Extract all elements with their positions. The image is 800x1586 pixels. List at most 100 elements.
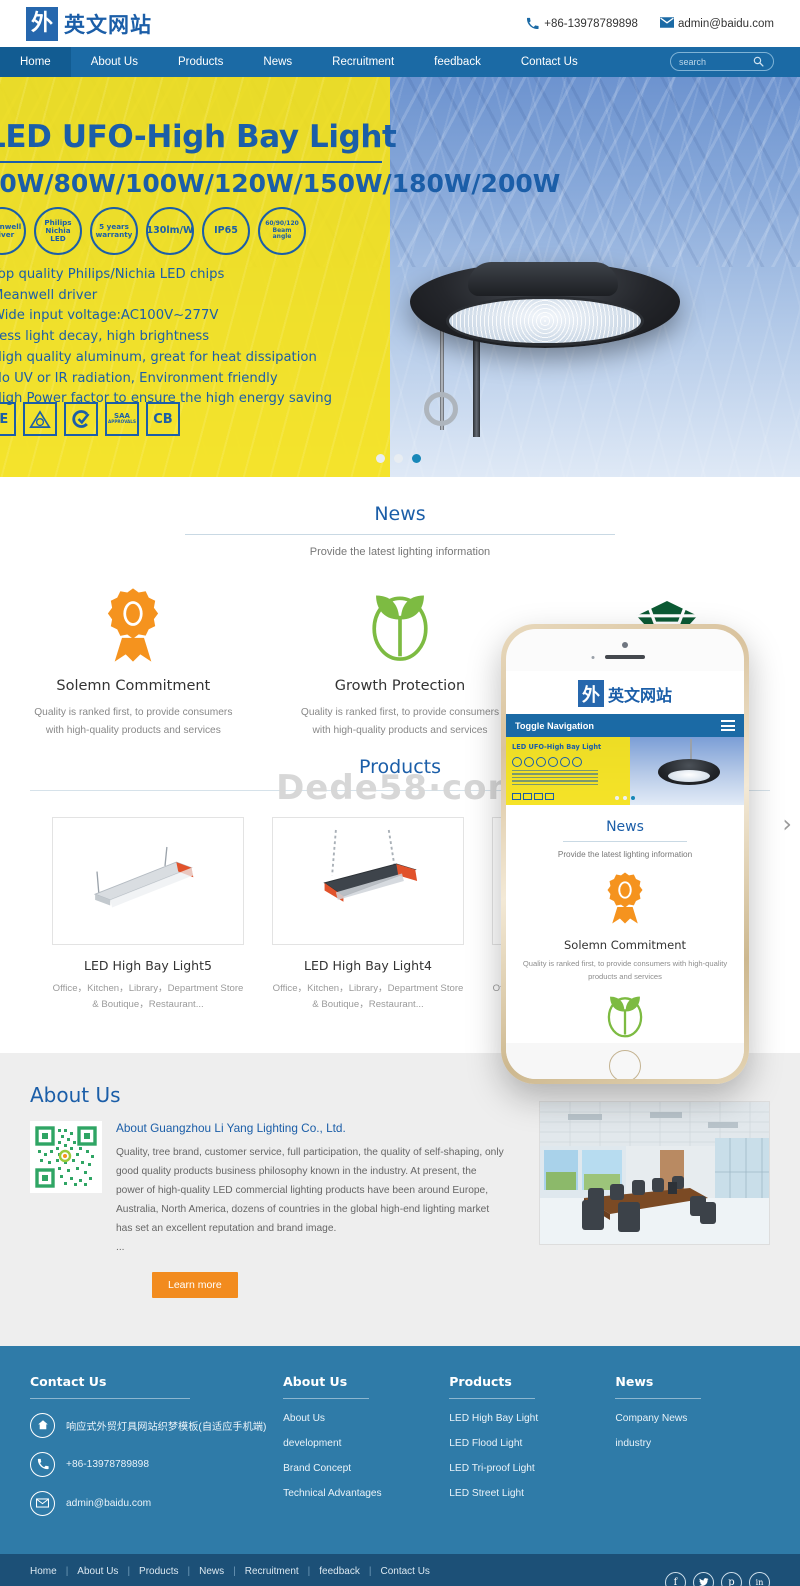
banner-title: LED UFO-High Bay Light [0, 119, 397, 155]
phone-logo-mark-icon: 外 [577, 680, 604, 707]
phone-home-button[interactable] [609, 1050, 641, 1079]
bottom-nav-feedback[interactable]: feedback [319, 1566, 360, 1577]
footer-contact-title: Contact Us [30, 1373, 107, 1389]
phone-news-divider [563, 841, 687, 842]
hero-banner[interactable]: LED UFO-High Bay Light 50W/80W/100W/120W… [0, 77, 800, 477]
learn-more-button[interactable]: Learn more [152, 1271, 238, 1298]
search-box[interactable] [670, 52, 774, 71]
phone-news-title: News [606, 819, 644, 835]
banner-feature-5: High quality aluminum, great for heat di… [0, 349, 317, 365]
footer-about-title: About Us [283, 1373, 348, 1389]
footer-link-technical-advantages[interactable]: Technical Advantages [283, 1488, 449, 1499]
phone-banner-dots[interactable] [615, 796, 635, 800]
separator: | [368, 1565, 372, 1577]
bottom-nav-recruitment[interactable]: Recruitment [245, 1566, 299, 1577]
footer-link-development[interactable]: development [283, 1438, 449, 1449]
linkedin-icon[interactable]: in [749, 1571, 770, 1586]
phone-logo-text: 英文网站 [607, 685, 672, 705]
bottom-nav-products[interactable]: Products [139, 1566, 178, 1577]
facebook-icon[interactable]: f [665, 1571, 686, 1586]
banner-feature-2: Meanwell driver [0, 287, 98, 303]
badge-beam-angle: 60/90/120 Beam angle [258, 207, 306, 255]
badge-130lm-w: 130lm/W [146, 207, 194, 255]
nav-item-home[interactable]: Home [0, 47, 71, 77]
nav-item-feedback[interactable]: feedback [414, 47, 501, 77]
search-button[interactable] [753, 56, 764, 67]
nav-items: Home About Us Products News Recruitment … [0, 47, 598, 77]
badge-meanwell-driver: Meanwell driver [0, 207, 26, 255]
search-input[interactable] [679, 56, 753, 67]
bottom-nav-home[interactable]: Home [30, 1566, 57, 1577]
nav-item-products[interactable]: Products [158, 47, 243, 77]
lamp-body [410, 262, 680, 348]
product-card[interactable]: LED High Bay Light4 Office，Kitchen，Libra… [272, 816, 464, 1014]
nav-item-news[interactable]: News [243, 47, 312, 77]
banner-carousel-dots[interactable] [376, 454, 421, 463]
nav-item-about-us[interactable]: About Us [71, 47, 158, 77]
footer-link-industry[interactable]: industry [615, 1438, 770, 1449]
pinterest-icon[interactable]: p [721, 1571, 742, 1586]
site-logo[interactable]: 外 英文网站 [26, 6, 152, 41]
cert-saa-sub: APPROVALS [108, 419, 136, 425]
footer-link-tri-proof-light[interactable]: LED Tri-proof Light [449, 1463, 615, 1474]
footer-link-about-us[interactable]: About Us [283, 1413, 449, 1424]
about-inner: About Us About Guangzhou Li Yang Lightin… [30, 1083, 770, 1298]
header-email[interactable]: admin@baidu.com [659, 17, 774, 30]
banner-divider [0, 161, 382, 163]
banner-feature-6: No UV or IR radiation, Environment frien… [0, 370, 278, 386]
phone-navbar[interactable]: Toggle Navigation [506, 714, 744, 737]
phone-news-section: News Provide the latest lighting informa… [506, 805, 744, 859]
cert-saa-icon: SAA APPROVALS [105, 402, 139, 436]
products-next-arrow-icon[interactable]: › [782, 810, 792, 838]
banner-dot-1[interactable] [376, 454, 385, 463]
header-phone[interactable]: +86-13978789898 [526, 17, 638, 30]
bottom-nav: Home | About Us | Products | News | Recruitm… [30, 1566, 770, 1577]
footer-phone-text: +86-13978789898 [66, 1458, 149, 1470]
banner-badges: Meanwell driver Philips Nichia LED 5 yea… [0, 207, 306, 255]
about-paragraph: Quality, tree brand, customer service, f… [116, 1147, 504, 1234]
main-navigation: Home About Us Products News Recruitment … [0, 47, 800, 77]
logo-mark-icon: 外 [26, 6, 58, 41]
footer-link-company-news[interactable]: Company News [615, 1413, 770, 1424]
phone-icon [30, 1451, 55, 1477]
banner-dot-2[interactable] [394, 454, 403, 463]
banner-dot-3[interactable] [412, 454, 421, 463]
header-email-text: admin@baidu.com [677, 17, 774, 30]
phone-hero-banner: LED UFO-High Bay Light [506, 737, 744, 805]
bottom-nav-contact-us[interactable]: Contact Us [380, 1566, 429, 1577]
bottom-bar-inner: Home | About Us | Products | News | Recruitm… [30, 1566, 770, 1586]
footer-link-brand-concept[interactable]: Brand Concept [283, 1463, 449, 1474]
about-heading: About Guangzhou Li Yang Lighting Co., Lt… [116, 1121, 346, 1136]
footer-link-street-light[interactable]: LED Street Light [449, 1488, 615, 1499]
feature-title: Growth Protection [334, 678, 466, 694]
footer-address-text: 响应式外贸灯具网站织梦模板(自适应手机端) [66, 1421, 267, 1433]
hamburger-menu-icon[interactable] [721, 720, 735, 731]
bottom-nav-about-us[interactable]: About Us [77, 1566, 118, 1577]
footer-divider [283, 1397, 370, 1399]
about-photo-image [539, 1101, 770, 1246]
bottom-nav-news[interactable]: News [199, 1566, 224, 1577]
ribbon-award-icon [602, 872, 648, 929]
phone-sensor-icon [591, 656, 595, 659]
qr-code-image [30, 1121, 102, 1194]
phone-screen: 外 英文网站 Toggle Navigation LED UFO-High Ba… [506, 671, 744, 1043]
footer-email-item[interactable]: admin@baidu.com [30, 1490, 283, 1516]
feature-card-solemn-commitment[interactable]: Solemn Commitment Quality is ranked firs… [0, 586, 267, 740]
footer-link-high-bay-light[interactable]: LED High Bay Light [449, 1413, 615, 1424]
mail-icon [30, 1490, 55, 1516]
banner-feature-4: Less light decay, high brightness [0, 329, 210, 345]
banner-yellow-overlay: LED UFO-High Bay Light 50W/80W/100W/120W… [0, 77, 560, 477]
footer-phone-item[interactable]: +86-13978789898 [30, 1451, 283, 1477]
footer-link-flood-light[interactable]: LED Flood Light [449, 1438, 615, 1449]
page-root: 外 英文网站 +86-13978789898 admin@baidu.com H… [0, 0, 800, 1586]
lamp-cap [468, 262, 618, 296]
phone-banner-badges [512, 757, 582, 767]
phone-home-area [506, 1043, 744, 1079]
nav-item-contact-us[interactable]: Contact Us [501, 47, 598, 77]
twitter-icon[interactable] [693, 1571, 714, 1586]
nav-item-recruitment[interactable]: Recruitment [312, 47, 414, 77]
product-card[interactable]: LED High Bay Light5 Office，Kitchen，Libra… [52, 816, 244, 1014]
feature-card-growth-protection[interactable]: Growth Protection Quality is ranked firs… [267, 586, 534, 740]
footer-email-text: admin@baidu.com [66, 1497, 152, 1509]
feature-title: Solemn Commitment [56, 678, 211, 694]
